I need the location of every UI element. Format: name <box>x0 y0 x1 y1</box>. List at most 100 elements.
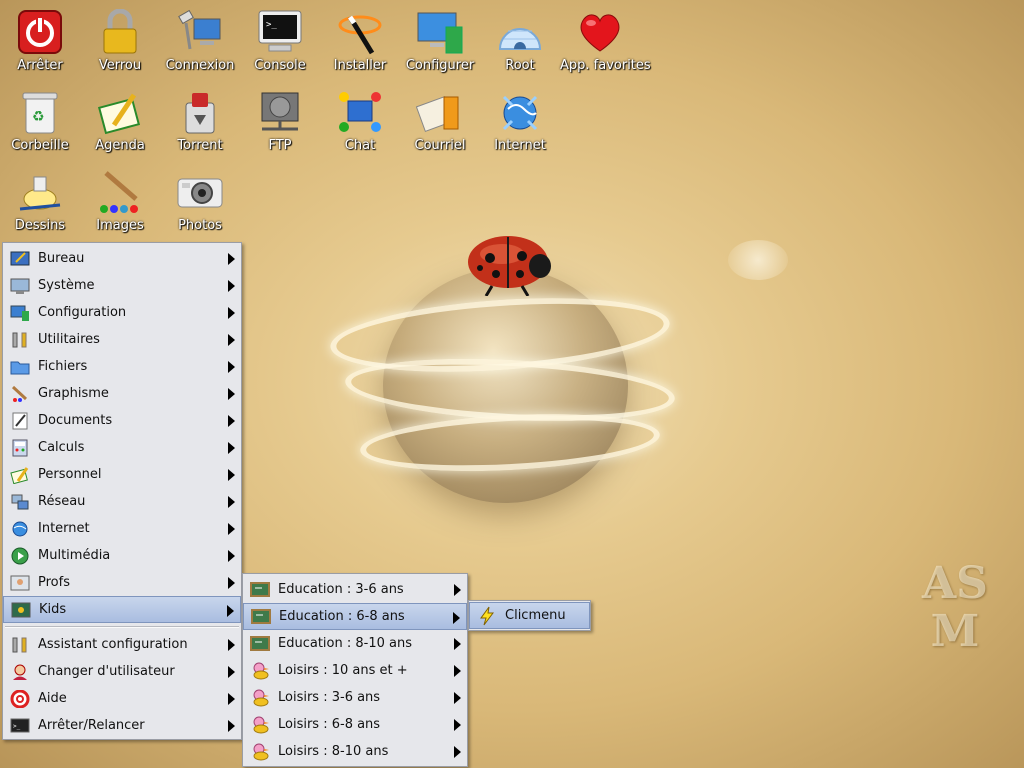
menu-item-personnel[interactable]: Personnel <box>3 461 241 488</box>
submenu-arrow-icon <box>228 469 235 481</box>
menu-item-label: Arrêter/Relancer <box>38 718 145 733</box>
desktop-icon-ftp[interactable]: FTP <box>240 82 320 160</box>
internet-icon <box>9 519 31 539</box>
submenu-arrow-icon <box>454 692 461 704</box>
chalkboard-icon <box>250 607 272 627</box>
duck-icon <box>249 742 271 762</box>
menu-item-education-8-10-ans[interactable]: Education : 8-10 ans <box>243 630 467 657</box>
tools-icon <box>9 330 31 350</box>
duck-icon <box>249 715 271 735</box>
submenu-arrow-icon <box>228 307 235 319</box>
desktop-icon-connexion[interactable]: Connexion <box>160 2 240 80</box>
menu-item-clicmenu[interactable]: Clicmenu <box>469 602 590 629</box>
desktop-icon-agenda[interactable]: Agenda <box>80 82 160 160</box>
menu-item-assistant-configuration[interactable]: Assistant configuration <box>3 631 241 658</box>
menu-item-profs[interactable]: Profs <box>3 569 241 596</box>
config-monitor-icon <box>416 8 464 56</box>
menu-item-label: Profs <box>38 575 70 590</box>
desktop-icon-corbeille[interactable]: ♻ Corbeille <box>0 82 80 160</box>
desktop-icon-label: Configurer <box>405 58 475 73</box>
desktop-icon-label: Verrou <box>98 58 142 73</box>
menu-item-label: Kids <box>39 602 67 617</box>
submenu-arrow-icon <box>228 720 235 732</box>
calculator-icon <box>9 438 31 458</box>
menu-item-calculs[interactable]: Calculs <box>3 434 241 461</box>
submenu-arrow-icon <box>454 665 461 677</box>
submenu-arrow-icon <box>228 693 235 705</box>
menu-item-label: Changer d'utilisateur <box>38 664 175 679</box>
menu-item-reseau[interactable]: Réseau <box>3 488 241 515</box>
desktop-icon-photos[interactable]: Photos <box>160 162 240 240</box>
desktop-icon-verrou[interactable]: Verrou <box>80 2 160 80</box>
menu-item-kids[interactable]: Kids <box>3 596 241 623</box>
desktop-icon-internet[interactable]: Internet <box>480 82 560 160</box>
submenu-arrow-icon <box>454 746 461 758</box>
camera-icon <box>176 168 224 216</box>
submenu-arrow-icon <box>228 577 235 589</box>
menu-item-aide[interactable]: Aide <box>3 685 241 712</box>
menu-item-loisirs-6-8-ans[interactable]: Loisirs : 6-8 ans <box>243 711 467 738</box>
menu-item-label: Clicmenu <box>505 608 566 623</box>
menu-item-education-6-8-ans[interactable]: Education : 6-8 ans <box>243 603 467 630</box>
configuration-icon <box>9 303 31 323</box>
desktop-icon-courriel[interactable]: Courriel <box>400 82 480 160</box>
paint-icon <box>16 168 64 216</box>
menu-item-arreter-relancer[interactable]: >_ Arrêter/Relancer <box>3 712 241 739</box>
menu-item-configuration[interactable]: Configuration <box>3 299 241 326</box>
desktop-icon-root[interactable]: Root <box>480 2 560 80</box>
network-connection-icon <box>176 8 224 56</box>
menu-item-loisirs-3-6-ans[interactable]: Loisirs : 3-6 ans <box>243 684 467 711</box>
menu-item-fichiers[interactable]: Fichiers <box>3 353 241 380</box>
menu-item-label: Documents <box>38 413 113 428</box>
desktop-icon-label: Internet <box>494 138 546 153</box>
desktop-icon-app-favorites[interactable]: App. favorites <box>560 2 651 80</box>
menu-item-label: Aide <box>38 691 67 706</box>
documents-icon <box>9 411 31 431</box>
desktop-icon-installer[interactable]: Installer <box>320 2 400 80</box>
submenu-arrow-icon <box>228 666 235 678</box>
ladybug-image <box>468 236 551 296</box>
desktop-icon-console[interactable]: >_ Console <box>240 2 320 80</box>
desktop-icon-torrent[interactable]: Torrent <box>160 82 240 160</box>
menu-item-loisirs-8-10-ans[interactable]: Loisirs : 8-10 ans <box>243 738 467 765</box>
trash-icon: ♻ <box>16 88 64 136</box>
igloo-icon <box>496 8 544 56</box>
menu-item-internet[interactable]: Internet <box>3 515 241 542</box>
menu-item-multimedia[interactable]: Multimédia <box>3 542 241 569</box>
menu-item-graphisme[interactable]: Graphisme <box>3 380 241 407</box>
menu-item-label: Calculs <box>38 440 85 455</box>
lock-icon <box>96 8 144 56</box>
desktop-icon-chat[interactable]: Chat <box>320 82 400 160</box>
menu-item-documents[interactable]: Documents <box>3 407 241 434</box>
submenu-arrow-icon <box>453 612 460 624</box>
folder-icon <box>9 357 31 377</box>
menu-item-label: Education : 8-10 ans <box>278 636 412 651</box>
torrent-icon <box>176 88 224 136</box>
menu-item-changer-d-utilisateur[interactable]: Changer d'utilisateur <box>3 658 241 685</box>
help-icon <box>9 689 31 709</box>
desktop-icon-images[interactable]: Images <box>80 162 160 240</box>
desktop-icon-arreter[interactable]: Arrêter <box>0 2 80 80</box>
lightning-icon <box>476 606 498 626</box>
menu-item-education-3-6-ans[interactable]: Education : 3-6 ans <box>243 576 467 603</box>
desktop-icon-dessins[interactable]: Dessins <box>0 162 80 240</box>
network-icon <box>9 492 31 512</box>
desktop-icon-label: App. favorites <box>560 58 651 73</box>
menu-item-label: Education : 6-8 ans <box>279 609 405 624</box>
submenu-arrow-icon <box>228 523 235 535</box>
kids-submenu: Education : 3-6 ans Education : 6-8 ans Ed… <box>242 573 468 767</box>
menu-item-bureau[interactable]: Bureau <box>3 245 241 272</box>
shutdown-icon: >_ <box>9 716 31 736</box>
submenu-arrow-icon <box>228 334 235 346</box>
svg-text:>_: >_ <box>266 20 277 30</box>
desktop-icon-configurer[interactable]: Configurer <box>400 2 480 80</box>
menu-item-label: Loisirs : 3-6 ans <box>278 690 381 705</box>
multimedia-icon <box>9 546 31 566</box>
submenu-arrow-icon <box>228 280 235 292</box>
menu-item-loisirs-10-ans-et[interactable]: Loisirs : 10 ans et + <box>243 657 467 684</box>
ftp-icon <box>256 88 304 136</box>
menu-item-utilitaires[interactable]: Utilitaires <box>3 326 241 353</box>
menu-item-systeme[interactable]: Système <box>3 272 241 299</box>
menu-item-label: Configuration <box>38 305 127 320</box>
desktop-icon-label: Connexion <box>165 58 235 73</box>
